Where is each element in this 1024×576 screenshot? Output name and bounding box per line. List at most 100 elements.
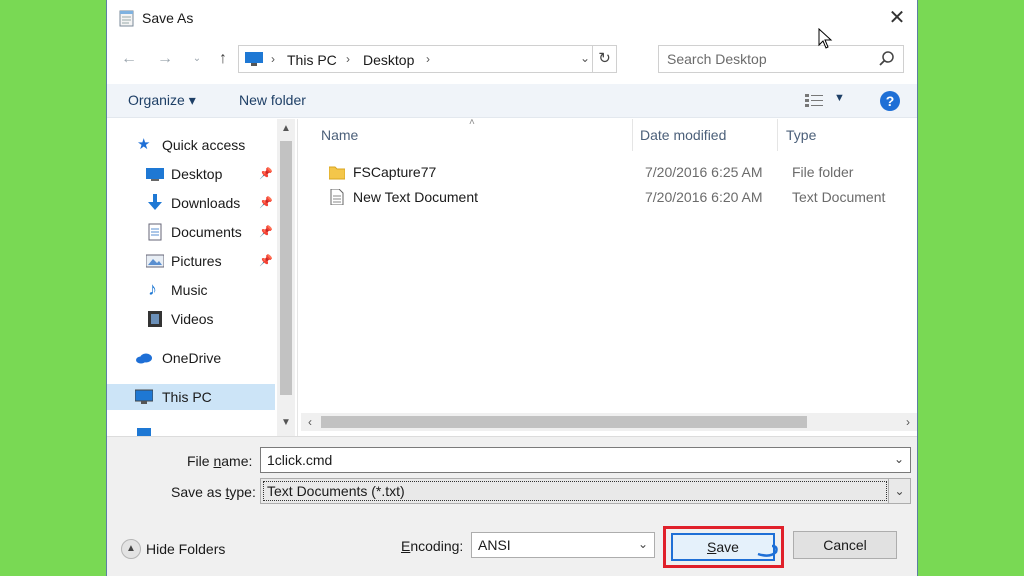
scroll-down-icon[interactable]: ▼ xyxy=(277,417,295,428)
sidebar-item-label: OneDrive xyxy=(162,350,222,366)
sidebar-item-label: Pictures xyxy=(171,253,222,269)
new-folder-button[interactable]: New folder xyxy=(239,92,306,108)
navigation-pane: ★ Quick access Desktop 📌 Downloads 📌 Doc… xyxy=(107,119,297,436)
save-as-type-dropdown[interactable]: Text Documents (*.txt) ⌄ xyxy=(260,478,911,504)
sidebar-item-label: Quick access xyxy=(162,137,246,153)
chevron-down-icon[interactable]: ⌄ xyxy=(638,537,648,551)
pin-icon: 📌 xyxy=(259,255,273,267)
folder-icon xyxy=(329,166,345,180)
save-as-type-value: Text Documents (*.txt) xyxy=(267,483,405,499)
music-icon: ♪ xyxy=(148,279,157,299)
chevron-up-icon: ▲ xyxy=(121,539,141,559)
sidebar-item-onedrive[interactable]: OneDrive xyxy=(107,345,275,371)
notepad-icon xyxy=(119,10,134,27)
file-date: 7/20/2016 6:25 AM xyxy=(645,164,763,180)
search-icon xyxy=(879,51,894,66)
column-divider xyxy=(777,119,778,151)
column-header-type[interactable]: Type xyxy=(786,127,816,143)
file-type: Text Document xyxy=(792,189,886,205)
save-as-dialog: Save As ✕ ← → ⌄ ↑ › This PC › Desktop › … xyxy=(106,0,918,576)
encoding-value: ANSI xyxy=(478,537,511,553)
close-button[interactable]: ✕ xyxy=(883,4,911,32)
navigation-bar: ← → ⌄ ↑ › This PC › Desktop › ⌄ ↻ xyxy=(107,44,917,74)
breadcrumb-this-pc[interactable]: This PC xyxy=(287,52,337,68)
save-form: File name: ⌄ Save as type: Text Document… xyxy=(107,436,917,576)
refresh-icon[interactable]: ↻ xyxy=(592,46,616,72)
scrollbar-thumb[interactable] xyxy=(321,416,807,428)
sidebar-item-videos[interactable]: Videos xyxy=(107,306,275,332)
sidebar-item-label: Music xyxy=(171,282,208,298)
sidebar-item-quick-access[interactable]: ★ Quick access xyxy=(107,132,275,158)
window-title: Save As xyxy=(142,10,194,26)
download-icon xyxy=(148,194,162,210)
file-name: New Text Document xyxy=(353,189,479,205)
mouse-cursor-icon xyxy=(818,28,833,49)
breadcrumb-desktop[interactable]: Desktop xyxy=(363,52,414,68)
cloud-icon xyxy=(136,353,152,364)
cancel-button[interactable]: Cancel xyxy=(793,531,897,559)
encoding-label: Encoding: xyxy=(401,538,464,554)
file-name: FSCapture77 xyxy=(353,164,437,180)
network-icon xyxy=(137,428,151,436)
sidebar-item-downloads[interactable]: Downloads 📌 xyxy=(107,190,275,216)
view-dropdown-icon[interactable]: ▼ xyxy=(834,92,845,104)
back-arrow-icon[interactable]: ← xyxy=(117,44,141,74)
text-file-icon xyxy=(330,189,344,205)
sidebar-item-music[interactable]: ♪ Music xyxy=(107,277,275,303)
breadcrumb-separator: › xyxy=(426,52,430,66)
help-icon[interactable]: ? xyxy=(880,91,900,111)
column-header-date-modified[interactable]: Date modified xyxy=(640,127,726,143)
save-as-type-label: Save as type: xyxy=(171,484,256,500)
forward-arrow-icon[interactable]: → xyxy=(153,44,177,74)
sidebar-item-label: This PC xyxy=(162,389,212,405)
scroll-left-icon[interactable]: ‹ xyxy=(301,413,319,431)
file-name-field[interactable]: ⌄ xyxy=(260,447,911,473)
table-row[interactable]: FSCapture77 7/20/2016 6:25 AM File folde… xyxy=(301,160,901,184)
hide-folders-label: Hide Folders xyxy=(146,541,226,557)
sidebar-item-desktop[interactable]: Desktop 📌 xyxy=(107,161,275,187)
scroll-right-icon[interactable]: › xyxy=(899,413,917,431)
table-row[interactable]: New Text Document 7/20/2016 6:20 AM Text… xyxy=(301,185,901,209)
scroll-up-icon[interactable]: ▲ xyxy=(277,123,295,134)
scrollbar-thumb[interactable] xyxy=(280,141,292,395)
sidebar-item-this-pc[interactable]: This PC xyxy=(107,384,275,410)
file-date: 7/20/2016 6:20 AM xyxy=(645,189,763,205)
sidebar-item-documents[interactable]: Documents 📌 xyxy=(107,219,275,245)
sidebar-item-label: Desktop xyxy=(171,166,223,182)
navigation-scrollbar[interactable]: ▲ ▼ xyxy=(277,119,295,436)
sidebar-item-label: Downloads xyxy=(171,195,241,211)
file-name-label: File name: xyxy=(187,453,253,469)
focus-rect: Text Documents (*.txt) xyxy=(263,481,887,501)
sidebar-item-label: Documents xyxy=(171,224,242,240)
chevron-down-icon[interactable]: ⌄ xyxy=(888,479,910,503)
column-header-name[interactable]: Name xyxy=(321,127,358,143)
search-input[interactable] xyxy=(667,51,867,67)
pin-icon: 📌 xyxy=(259,226,273,238)
file-list: ˄ Name Date modified Type FSCapture77 7/… xyxy=(301,117,917,414)
title-bar: Save As ✕ xyxy=(107,0,917,36)
chevron-down-icon[interactable]: ⌄ xyxy=(894,452,904,466)
file-list-scrollbar[interactable]: ‹ › xyxy=(301,413,917,431)
sidebar-item-label: Videos xyxy=(171,311,214,327)
view-options-icon[interactable] xyxy=(805,93,825,109)
search-box[interactable] xyxy=(658,45,904,73)
sidebar-item-network[interactable] xyxy=(107,420,275,436)
chevron-down-icon[interactable]: ⌄ xyxy=(580,51,590,65)
recent-dropdown-icon[interactable]: ⌄ xyxy=(185,44,209,74)
star-icon: ★ xyxy=(137,136,151,153)
pin-icon: 📌 xyxy=(259,197,273,209)
address-bar[interactable]: › This PC › Desktop › ⌄ ↻ xyxy=(238,45,617,73)
breadcrumb-separator: › xyxy=(346,52,350,66)
computer-icon xyxy=(135,389,153,404)
command-bar: Organize ▾ New folder ▼ ? xyxy=(107,84,917,118)
pictures-icon xyxy=(146,254,164,268)
sidebar-item-pictures[interactable]: Pictures 📌 xyxy=(107,248,275,274)
encoding-dropdown[interactable]: ANSI ⌄ xyxy=(471,532,655,558)
organize-button[interactable]: Organize ▾ xyxy=(128,92,196,109)
pointer-scribble-icon xyxy=(757,544,778,557)
up-arrow-icon[interactable]: ↑ xyxy=(211,44,235,74)
file-name-input[interactable] xyxy=(267,452,867,468)
desktop-icon xyxy=(146,168,164,181)
breadcrumb-separator: › xyxy=(271,52,275,66)
computer-icon xyxy=(245,52,263,66)
